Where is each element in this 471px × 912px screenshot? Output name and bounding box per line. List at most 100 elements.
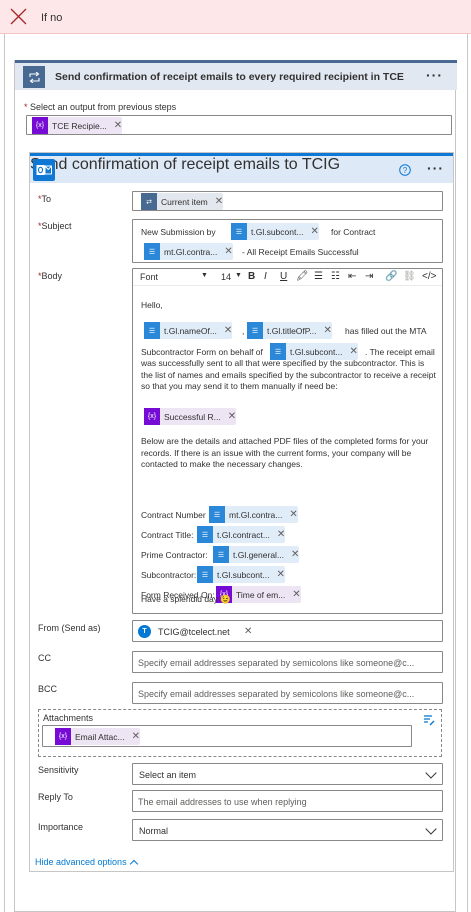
remove-token-icon[interactable]: ✕ xyxy=(244,626,252,637)
remove-token-icon[interactable]: ✕ xyxy=(276,569,284,580)
more-icon[interactable]: ··· xyxy=(427,160,444,176)
subject-text: New Submission by xyxy=(141,227,216,237)
remove-token-icon[interactable]: ✕ xyxy=(224,325,232,336)
importance-label: Importance xyxy=(38,822,84,832)
subject-token-1[interactable]: ☰ t.Gl.subcont... ✕ xyxy=(231,223,319,240)
remove-token-icon[interactable]: ✕ xyxy=(310,226,318,237)
subject-field[interactable]: New Submission by ☰ t.Gl.subcont... ✕ for… xyxy=(132,219,443,263)
attachments-token[interactable]: {x} Email Attac... ✕ xyxy=(55,728,140,745)
chevron-down-icon[interactable]: ▼ xyxy=(235,272,242,279)
dynamic-content-icon: ☰ xyxy=(144,243,160,260)
number-list-icon[interactable]: ☷ xyxy=(331,271,340,282)
remove-token-icon[interactable]: ✕ xyxy=(291,549,299,560)
to-label: *To xyxy=(38,194,52,204)
variable-icon: {x} xyxy=(144,408,160,425)
select-output-token[interactable]: {x} TCE Recipie... ✕ xyxy=(32,117,123,134)
indent-right-icon[interactable]: ⇥ xyxy=(365,271,373,282)
sensitivity-label: Sensitivity xyxy=(38,765,79,775)
body-label: *Body xyxy=(38,271,63,281)
remove-token-icon[interactable]: ✕ xyxy=(132,731,140,742)
help-icon[interactable]: ? xyxy=(399,164,411,176)
importance-select[interactable]: Normal xyxy=(132,819,443,841)
body-text: Hello, xyxy=(141,300,163,310)
subject-text: for Contract xyxy=(331,227,376,237)
remove-token-icon[interactable]: ✕ xyxy=(277,529,285,540)
remove-token-icon[interactable]: ✕ xyxy=(114,120,122,131)
body-text: has filled out the MTA xyxy=(345,326,427,336)
more-icon[interactable]: ··· xyxy=(426,67,443,83)
detail-row-token[interactable]: ☰ t.Gl.subcont... ✕ xyxy=(197,566,285,583)
subject-text: - All Receipt Emails Successful xyxy=(242,247,359,257)
detail-row-label: Prime Contractor: xyxy=(141,550,208,560)
body-token-name[interactable]: ☰ t.Gl.nameOf... ✕ xyxy=(144,322,233,339)
condition-header[interactable]: If no xyxy=(0,0,471,34)
switch-input-mode-icon[interactable] xyxy=(423,714,435,726)
from-field[interactable]: T TCIG@tcelect.net ✕ xyxy=(132,620,443,642)
link-icon[interactable]: 🔗 xyxy=(385,271,397,282)
select-output-field[interactable]: {x} TCE Recipie... ✕ xyxy=(26,115,452,135)
dynamic-content-icon: ☰ xyxy=(247,322,263,339)
chevron-down-icon xyxy=(425,823,437,835)
avatar-icon: T xyxy=(138,625,151,638)
detail-row-token[interactable]: ☰ t.Gl.contract... ✕ xyxy=(197,526,286,543)
remove-token-icon[interactable]: ✕ xyxy=(289,509,297,520)
bcc-input[interactable]: Specify email addresses separated by sem… xyxy=(132,682,443,704)
loop-icon xyxy=(23,66,45,88)
remove-token-icon[interactable]: ✕ xyxy=(349,346,357,357)
sensitivity-select[interactable]: Select an item xyxy=(132,763,443,785)
body-token-success[interactable]: {x} Successful R... ✕ xyxy=(144,408,237,425)
body-token-title[interactable]: ☰ t.Gl.titleOfP... ✕ xyxy=(247,322,332,339)
remove-token-icon[interactable]: ✕ xyxy=(215,196,223,207)
reply-to-input[interactable]: The email addresses to use when replying xyxy=(132,790,443,812)
from-label: From (Send as) xyxy=(38,623,101,633)
cc-placeholder: Specify email addresses separated by sem… xyxy=(138,658,415,668)
remove-token-icon[interactable]: ✕ xyxy=(323,325,331,336)
importance-value: Normal xyxy=(139,826,169,836)
indent-left-icon[interactable]: ⇤ xyxy=(348,271,356,282)
highlight-icon[interactable]: 🖍 xyxy=(296,271,309,282)
send-email-title: Send confirmation of receipt emails to T… xyxy=(30,156,341,173)
bcc-label: BCC xyxy=(38,684,58,694)
attachments-section: Attachments {x} Email Attac... ✕ xyxy=(38,709,442,757)
loop-icon: ⇄ xyxy=(141,193,157,210)
italic-icon[interactable]: I xyxy=(264,271,267,282)
attachments-field[interactable]: {x} Email Attac... ✕ xyxy=(42,725,412,747)
send-email-header[interactable]: Send confirmation of receipt emails to T… xyxy=(30,153,453,183)
hide-advanced-options-link[interactable]: Hide advanced options xyxy=(35,857,145,869)
dynamic-content-icon: ☰ xyxy=(209,506,225,523)
to-field[interactable]: ⇄ Current item ✕ xyxy=(132,191,443,211)
body-text: , xyxy=(242,326,245,336)
body-text: Subcontractor Form on behalf of xyxy=(141,347,263,357)
remove-token-icon[interactable]: ✕ xyxy=(292,589,300,600)
dynamic-content-icon: ☰ xyxy=(231,223,247,240)
code-view-icon[interactable]: </> xyxy=(422,271,436,282)
variable-icon: {x} xyxy=(32,117,48,134)
detail-row-label: Contract Title: xyxy=(141,530,194,540)
body-editor[interactable]: Font ▼ 14 ▼ B I U 🖍 ☰ ☷ ⇤ ⇥ 🔗 ⛓ </> Hell… xyxy=(132,268,443,614)
bold-icon[interactable]: B xyxy=(248,271,255,282)
reply-to-label: Reply To xyxy=(38,792,73,802)
body-text: . The receipt email xyxy=(365,347,435,357)
svg-text:?: ? xyxy=(403,166,408,175)
to-token[interactable]: ⇄ Current item ✕ xyxy=(141,193,224,210)
detail-row-token[interactable]: ☰ mt.Gl.contra... ✕ xyxy=(209,506,298,523)
font-size-select[interactable]: 14 xyxy=(221,272,231,282)
reply-to-placeholder: The email addresses to use when replying xyxy=(138,797,307,807)
rich-text-toolbar: Font ▼ 14 ▼ B I U 🖍 ☰ ☷ ⇤ ⇥ 🔗 ⛓ </> xyxy=(133,269,442,286)
subject-token-2[interactable]: ☰ mt.Gl.contra... ✕ xyxy=(144,243,233,260)
chevron-down-icon[interactable]: ▼ xyxy=(201,272,208,279)
underline-icon[interactable]: U xyxy=(280,271,287,282)
close-icon xyxy=(10,8,27,25)
detail-row-token[interactable]: ☰ t.Gl.general... ✕ xyxy=(213,546,300,563)
bullet-list-icon[interactable]: ☰ xyxy=(314,271,323,282)
cc-input[interactable]: Specify email addresses separated by sem… xyxy=(132,651,443,673)
send-email-card: Send confirmation of receipt emails to T… xyxy=(29,152,454,872)
foreach-header[interactable]: Send confirmation of receipt emails to e… xyxy=(15,60,457,90)
sensitivity-value: Select an item xyxy=(139,770,197,780)
detail-row-label: Contract Number xyxy=(141,510,206,520)
remove-token-icon[interactable]: ✕ xyxy=(224,246,232,257)
body-paragraph: Below are the details and attached PDF f… xyxy=(141,436,429,469)
font-select[interactable]: Font xyxy=(140,272,158,282)
remove-token-icon[interactable]: ✕ xyxy=(228,411,236,422)
unlink-icon[interactable]: ⛓ xyxy=(403,271,416,282)
